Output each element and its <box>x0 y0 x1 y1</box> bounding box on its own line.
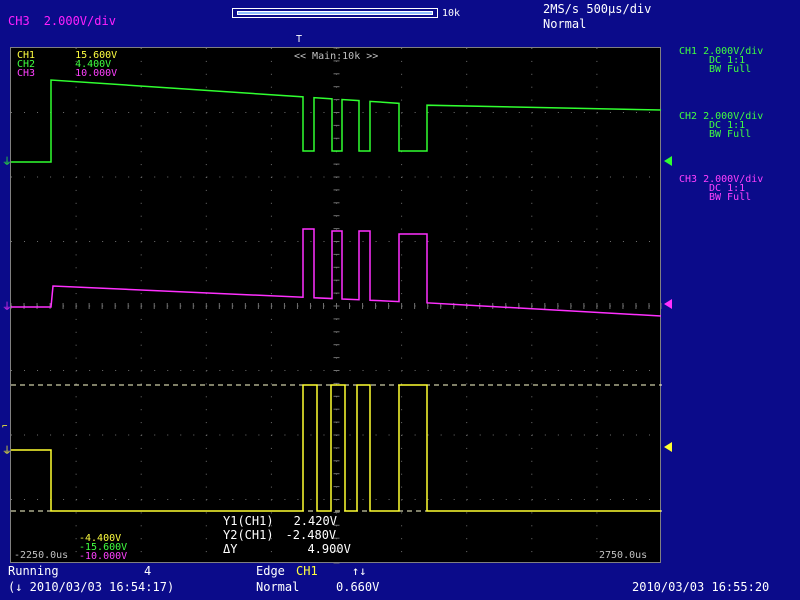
sample-rate: 2MS/s <box>543 2 580 16</box>
time-left-label: -2250.0us <box>14 550 69 561</box>
ch1-trace <box>11 79 662 163</box>
record-length-label: 10k <box>442 8 461 19</box>
cursor-dy-value: 4.900V <box>307 542 351 556</box>
acquisition-count: 4 <box>144 564 152 578</box>
system-clock: 2010/03/03 16:55:20 <box>632 580 770 594</box>
ch3-ground-marker[interactable]: ⏚ <box>2 442 12 457</box>
top-scale-ch3-name: CH3 <box>17 68 36 79</box>
trigger-source: CH1 <box>296 564 318 578</box>
bottom-scale-ch3: -10.000V <box>79 551 128 562</box>
top-scale-ch3-value: 10.000V <box>75 68 118 79</box>
trigger-level: 0.660V <box>336 580 380 594</box>
record-window <box>237 11 433 15</box>
active-channel-name: CH3 <box>8 14 30 28</box>
panel-ch1-bw: BW Full <box>709 64 752 75</box>
run-state[interactable]: Running <box>8 564 59 578</box>
waveform-canvas <box>11 48 662 564</box>
channel-panel-ch1[interactable]: CH1 2.000V/div DC 1:1 BW Full <box>679 46 763 75</box>
panel-ch1-name: CH1 <box>679 46 698 57</box>
time-div: 500µs/div <box>586 2 652 16</box>
trigger-position-marker[interactable]: T <box>296 34 302 45</box>
panel-ch2-bw: BW Full <box>709 129 752 140</box>
ch3-offset-marker[interactable] <box>664 442 672 452</box>
ch1-offset-marker[interactable] <box>664 156 672 166</box>
cursor-readout: Y1(CH1) 2.420V Y2(CH1) -2.480V ΔY 4.900V <box>223 514 351 556</box>
active-channel-volts-div: 2.000V/div <box>43 14 116 28</box>
ch2-offset-marker[interactable] <box>664 299 672 309</box>
record-position-bar[interactable] <box>232 8 438 18</box>
channel-panel-ch3[interactable]: CH3 2.000V/div DC 1:1 BW Full <box>679 174 763 203</box>
cursor-y2-value: -2.480V <box>285 528 337 542</box>
active-channel-indicator: CH3 2.000V/div <box>8 14 130 28</box>
panel-ch3-name: CH3 <box>679 174 698 185</box>
cursor-dy-label: ΔY <box>223 542 238 556</box>
cursor-y1-value: 2.420V <box>293 514 337 528</box>
trigger-mode: Normal <box>543 17 587 31</box>
top-scale-block: CH1 15.600V CH2 4.400V CH3 10.000V <box>17 51 118 79</box>
cursor-y1-label: Y1(CH1) <box>223 514 274 528</box>
main-zoom-label: << Main:10k >> <box>294 51 379 62</box>
time-right-label: 2750.0us <box>599 550 648 561</box>
trigger-slope: ↑↓ <box>352 564 367 578</box>
channel-panel-ch2[interactable]: CH2 2.000V/div DC 1:1 BW Full <box>679 111 763 140</box>
ch2-ground-marker[interactable]: ⏚ <box>2 298 12 313</box>
waveform-display[interactable]: CH1 15.600V CH2 4.400V CH3 10.000V << Main:… <box>10 47 662 564</box>
graticule <box>11 48 662 564</box>
trigger-level-marker[interactable]: ⌐ <box>2 422 7 432</box>
ch1-ground-marker[interactable]: ⏚ <box>2 153 12 168</box>
bottom-scale-block: -4.400V -15.600V -10.000V <box>79 534 128 562</box>
acquisition-time: (↓ 2010/03/03 16:54:17) <box>8 580 175 594</box>
trigger-mode-status: Normal <box>256 580 300 594</box>
timebase-info: 2MS/s 500µs/div Normal <box>543 2 651 32</box>
panel-ch3-bw: BW Full <box>709 192 752 203</box>
panel-ch2-name: CH2 <box>679 111 698 122</box>
trigger-type: Edge <box>256 564 285 578</box>
cursor-y2-label: Y2(CH1) <box>223 528 274 542</box>
